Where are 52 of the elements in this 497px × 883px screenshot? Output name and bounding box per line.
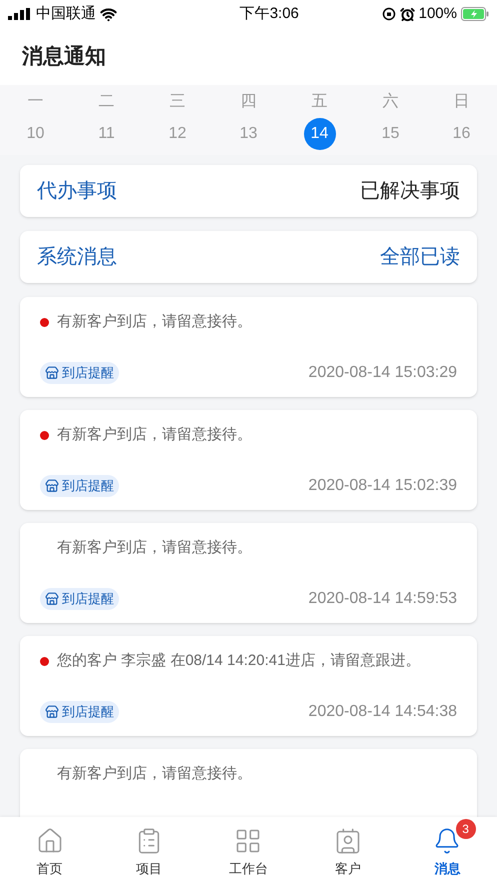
tag-label: 到店提醒 — [62, 477, 114, 496]
message-time: 2020-08-14 15:03:29 — [308, 363, 457, 383]
carrier-name: 中国联通 — [36, 4, 96, 24]
mark-all-read-link[interactable]: 全部已读 — [380, 242, 460, 272]
page-title: 消息通知 — [22, 44, 106, 70]
store-icon — [45, 592, 59, 606]
resolved-items-button[interactable]: 已解决事项 — [360, 176, 460, 206]
message-text: 有新客户到店，请留意接待。 — [57, 312, 252, 332]
weekday-label: 五 — [312, 92, 328, 112]
section-title: 系统消息 — [37, 245, 117, 270]
signal-icon — [8, 8, 32, 20]
tag-label: 到店提醒 — [62, 590, 114, 608]
message-time: 2020-08-14 14:59:53 — [308, 589, 457, 609]
battery-percent: 100% — [418, 4, 457, 24]
tab-item[interactable]: 消息 3 — [398, 819, 497, 881]
weekday-label: 三 — [170, 92, 186, 112]
message-text: 您的客户 李宗盛 在08/14 14:20:41进店，请留意跟进。 — [57, 651, 420, 671]
alarm-icon — [400, 6, 415, 22]
battery-icon — [460, 7, 489, 21]
weekday-label: 一 — [28, 92, 44, 112]
clock-time: 下午3:06 — [240, 4, 299, 24]
store-icon — [45, 366, 59, 380]
message-card[interactable]: 有新客户到店，请留意接待。 — [20, 749, 477, 817]
tag-label: 到店提醒 — [62, 703, 114, 722]
store-icon — [45, 705, 59, 719]
weekday-label: 二 — [98, 92, 114, 112]
house-icon — [36, 827, 64, 856]
store-icon — [45, 479, 59, 493]
tag-label: 到店提醒 — [62, 364, 114, 382]
weekday-label: 日 — [454, 92, 470, 112]
message-text: 有新客户到店，请留意接待。 — [57, 538, 252, 558]
message-time: 2020-08-14 15:02:39 — [308, 476, 457, 496]
weekday-label: 四 — [240, 92, 256, 112]
date-button[interactable]: 14 — [304, 118, 336, 150]
tab-item[interactable]: 首页 — [0, 819, 100, 881]
wifi-icon — [100, 6, 117, 22]
tab-item[interactable]: 工作台 — [198, 819, 298, 881]
rotation-lock-icon — [382, 7, 396, 21]
message-text: 有新客户到店，请留意接待。 — [57, 764, 252, 784]
message-card[interactable]: 有新客户到店，请留意接待。 到店提醒 2020-08-14 15:03:29 — [20, 297, 477, 397]
grid-icon — [234, 827, 262, 856]
badge-count: 3 — [456, 819, 476, 840]
message-text: 有新客户到店，请留意接待。 — [57, 425, 252, 445]
message-card[interactable]: 有新客户到店，请留意接待。 到店提醒 2020-08-14 15:02:39 — [20, 410, 477, 510]
tab-item[interactable]: 项目 — [99, 819, 199, 881]
weekday-label: 六 — [382, 92, 398, 112]
message-time: 2020-08-14 14:54:38 — [308, 702, 457, 722]
message-card[interactable]: 有新客户到店，请留意接待。 到店提醒 2020-08-14 14:59:53 — [20, 523, 477, 623]
contact-card-icon — [334, 827, 362, 856]
tab-item[interactable]: 客户 — [298, 819, 398, 881]
section-title: 代办事项 — [37, 179, 117, 204]
message-card[interactable]: 您的客户 李宗盛 在08/14 14:20:41进店，请留意跟进。 到店提醒 2020-08-14 14:54:38 — [20, 636, 477, 736]
